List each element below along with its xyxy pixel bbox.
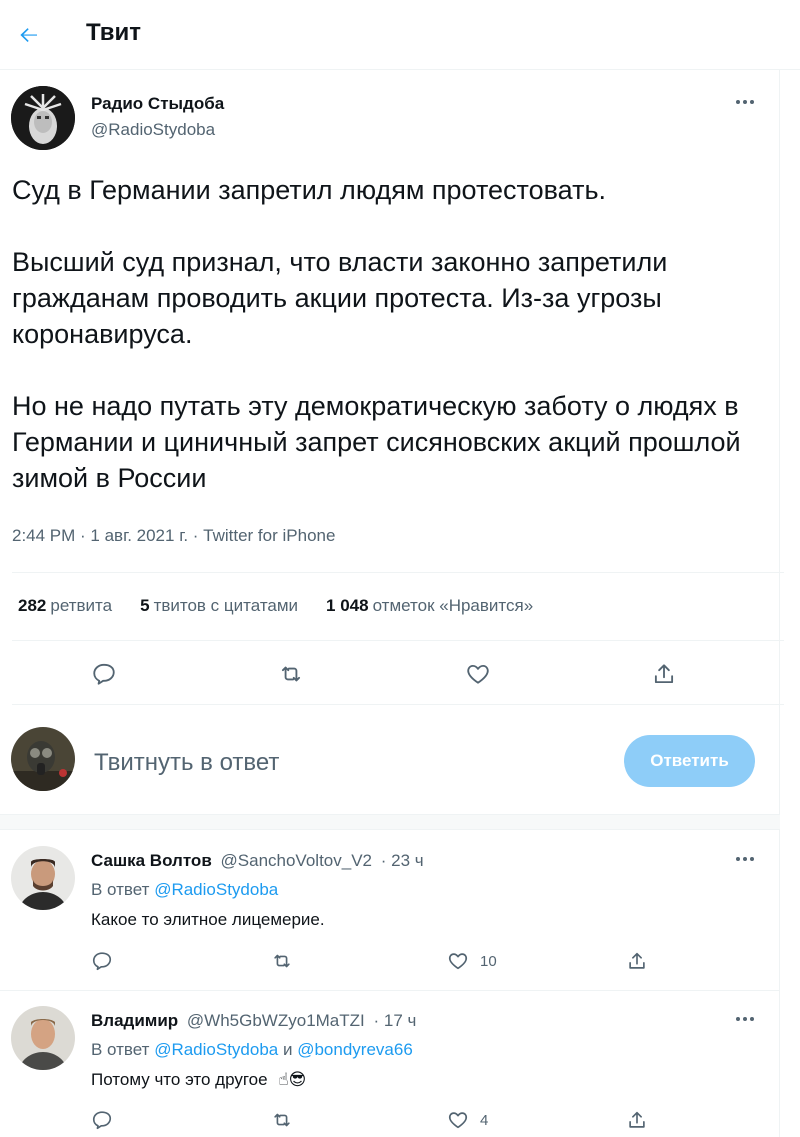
dot-icon xyxy=(750,857,754,861)
statue-liberty-icon xyxy=(11,86,75,150)
reply-time[interactable]: · 23 ч xyxy=(381,851,424,870)
reply-avatar[interactable] xyxy=(11,1006,75,1070)
tweet-stats: 282 ретвита 5 твитов с цитатами 1 048 отмет… xyxy=(18,596,533,616)
likes-stat[interactable]: 1 048 отметок «Нравится» xyxy=(326,596,533,616)
quotes-label: твитов с цитатами xyxy=(153,596,299,615)
mention-link[interactable]: @bondyreva66 xyxy=(297,1040,413,1059)
person-photo-icon xyxy=(11,846,75,910)
more-options-button[interactable] xyxy=(736,100,754,104)
reply-header: Владимир @Wh5GbWZyo1MaTZI · 17 ч xyxy=(91,1011,416,1031)
dot-icon xyxy=(750,100,754,104)
tweet-actions xyxy=(0,656,780,692)
share-icon xyxy=(654,664,674,684)
reply-text-body: Потому что это другое xyxy=(91,1070,268,1089)
user-avatar[interactable] xyxy=(11,727,75,791)
reply-context: В ответ @RadioStydoba xyxy=(91,880,278,900)
likes-label: отметок «Нравится» xyxy=(372,596,534,615)
reply-avatar[interactable] xyxy=(11,846,75,910)
person-photo-icon xyxy=(11,1006,75,1070)
share-action[interactable] xyxy=(646,656,682,692)
quotes-stat[interactable]: 5 твитов с цитатами xyxy=(140,596,298,616)
retweet-icon xyxy=(281,666,301,682)
dot-icon xyxy=(736,1017,740,1021)
dot-icon xyxy=(736,857,740,861)
retweets-label: ретвита xyxy=(50,596,113,615)
share-icon xyxy=(629,1111,645,1128)
gas-mask-icon xyxy=(11,727,75,791)
dot-icon xyxy=(743,857,747,861)
reply-text: Потому что это другое ☝😎 xyxy=(91,1070,306,1090)
reply-like-action[interactable]: 4 xyxy=(446,1105,488,1135)
reply-retweet-action[interactable] xyxy=(270,946,294,976)
section-gap xyxy=(0,814,780,830)
reply-more-button[interactable] xyxy=(736,857,754,861)
dot-icon xyxy=(743,1017,747,1021)
dot-icon xyxy=(736,100,740,104)
arrow-left-icon xyxy=(20,28,37,42)
divider xyxy=(0,990,780,991)
author-name[interactable]: Радио Стыдоба xyxy=(91,94,224,114)
reply-input[interactable]: Твитнуть в ответ xyxy=(94,749,279,777)
tweet-timestamp[interactable]: 2:44 PM · 1 авг. 2021 г. · Twitter for i… xyxy=(12,526,335,546)
comment-icon xyxy=(93,663,115,685)
reply-author-handle[interactable]: @SanchoVoltov_V2 xyxy=(221,851,372,870)
reply-author-handle[interactable]: @Wh5GbWZyo1MaTZI xyxy=(187,1011,365,1030)
comment-icon xyxy=(92,1111,112,1130)
reply-comment-action[interactable] xyxy=(91,946,113,976)
reply-like-count: 10 xyxy=(480,952,497,970)
reply-time[interactable]: · 17 ч xyxy=(374,1011,417,1030)
divider xyxy=(12,572,784,573)
tweet-paragraph: Высший суд признал, что власти законно з… xyxy=(12,247,668,349)
reply-like-count: 4 xyxy=(480,1111,489,1129)
reply-submit-button[interactable]: Ответить xyxy=(624,735,755,787)
heart-icon xyxy=(448,1112,468,1129)
tweet-paragraph: Но не надо путать эту демократическую за… xyxy=(12,391,741,493)
reply-context-prefix: В ответ xyxy=(91,1040,150,1059)
tweet-text: Суд в Германии запретил людям протестова… xyxy=(12,172,762,496)
heart-icon xyxy=(448,953,468,970)
reply-action[interactable] xyxy=(86,656,122,692)
emoji-text: ☝😎 xyxy=(278,1070,307,1089)
author-handle[interactable]: @RadioStydoba xyxy=(91,120,215,140)
mention-link[interactable]: @RadioStydoba xyxy=(154,1040,278,1059)
retweets-stat[interactable]: 282 ретвита xyxy=(18,596,112,616)
retweet-action[interactable] xyxy=(273,656,309,692)
reply-context-and: и xyxy=(282,1040,293,1059)
comment-icon xyxy=(92,952,112,971)
dot-icon xyxy=(743,100,747,104)
heart-icon xyxy=(467,664,489,684)
page-header: Твит xyxy=(0,0,800,70)
reply-author-name[interactable]: Сашка Волтов xyxy=(91,851,212,870)
divider xyxy=(12,640,784,641)
reply-header: Сашка Волтов @SanchoVoltov_V2 · 23 ч xyxy=(91,851,424,871)
reply-share-action[interactable] xyxy=(626,946,648,976)
retweets-count: 282 xyxy=(18,596,47,615)
like-action[interactable] xyxy=(460,656,496,692)
page-title: Твит xyxy=(86,19,142,46)
mention-link[interactable]: @RadioStydoba xyxy=(154,880,278,899)
quotes-count: 5 xyxy=(140,596,150,615)
reply-context: В ответ @RadioStydoba и @bondyreva66 xyxy=(91,1040,413,1060)
reply-context-prefix: В ответ xyxy=(91,880,150,899)
retweet-icon xyxy=(274,954,290,968)
reply-more-button[interactable] xyxy=(736,1017,754,1021)
reply-retweet-action[interactable] xyxy=(270,1105,294,1135)
author-avatar[interactable] xyxy=(11,86,75,150)
reply-text: Какое то элитное лицемерие. xyxy=(91,910,325,929)
dot-icon xyxy=(750,1017,754,1021)
reply-comment-action[interactable] xyxy=(91,1105,113,1135)
likes-count: 1 048 xyxy=(326,596,369,615)
reply-like-action[interactable]: 10 xyxy=(446,946,497,976)
back-button[interactable] xyxy=(14,20,44,50)
reply-author-name[interactable]: Владимир xyxy=(91,1011,178,1030)
reply-share-action[interactable] xyxy=(626,1105,648,1135)
tweet-paragraph: Суд в Германии запретил людям протестова… xyxy=(12,175,607,205)
retweet-icon xyxy=(274,1113,290,1127)
main-column xyxy=(0,0,780,1137)
share-icon xyxy=(629,952,645,969)
